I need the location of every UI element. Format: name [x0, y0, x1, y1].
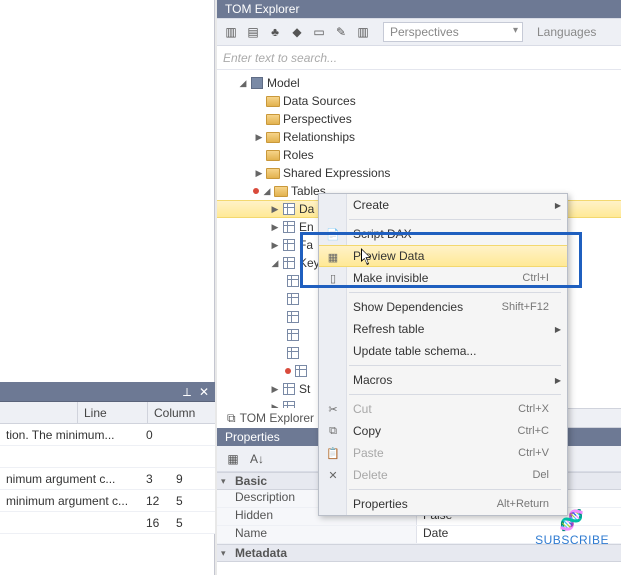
column-icon [285, 273, 301, 289]
subscribe-badge[interactable]: 🧬 SUBSCRIBE [535, 508, 609, 547]
folder-icon [265, 111, 281, 127]
menu-delete[interactable]: ✕DeleteDel [319, 464, 567, 486]
tree-node-model[interactable]: Model [217, 74, 621, 92]
cut-icon: ✂ [325, 401, 341, 417]
menu-macros[interactable]: Macros [319, 369, 567, 391]
toolbar-list-icon[interactable]: ▤ [243, 22, 263, 42]
table-icon [281, 237, 297, 253]
toolbar: ▥ ▤ ♣ ◆ ▭ ✎ ▥ Perspectives Languages [217, 18, 621, 46]
column-icon [285, 327, 301, 343]
tree-node-relationships[interactable]: Relationships [217, 128, 621, 146]
dna-icon: 🧬 [535, 508, 609, 533]
tab-tom-explorer[interactable]: ⧉TOM Explorer [217, 408, 325, 429]
column-icon [285, 309, 301, 325]
perspectives-label: Perspectives [390, 25, 459, 39]
perspectives-dropdown[interactable]: Perspectives [383, 22, 523, 42]
cube-icon [249, 75, 265, 91]
search-input[interactable] [223, 51, 615, 65]
table-row[interactable] [0, 446, 215, 468]
table-icon [281, 219, 297, 235]
toolbar-hierarchy-icon[interactable]: ♣ [265, 22, 285, 42]
tree-node-perspectives[interactable]: Perspectives [217, 110, 621, 128]
column-icon: ▯ [325, 270, 341, 286]
panel-title: TOM Explorer [217, 0, 621, 18]
script-icon: 📄 [325, 226, 341, 242]
toolbar-edit-icon[interactable]: ✎ [331, 22, 351, 42]
menu-script-dax[interactable]: 📄Script DAX [319, 223, 567, 245]
table-row[interactable]: minimum argument c...125 [0, 490, 215, 512]
status-dot-icon [253, 188, 259, 194]
column-icon [285, 345, 301, 361]
tree-node-datasources[interactable]: Data Sources [217, 92, 621, 110]
folder-icon [265, 165, 281, 181]
toolbar-box-icon[interactable]: ◆ [287, 22, 307, 42]
menu-properties[interactable]: PropertiesAlt+Return [319, 493, 567, 515]
paste-icon: 📋 [325, 445, 341, 461]
menu-make-invisible[interactable]: ▯Make invisibleCtrl+I [319, 267, 567, 289]
menu-refresh-table[interactable]: Refresh table [319, 318, 567, 340]
table-row[interactable]: 165 [0, 512, 215, 534]
alphabetical-icon[interactable]: A↓ [247, 449, 267, 469]
context-menu: Create 📄Script DAX ▦Preview Data ▯Make i… [318, 193, 568, 516]
left-panel: ⟂ ✕ Line Column tion. The minimum...0 ni… [0, 0, 215, 575]
table-row[interactable]: tion. The minimum...0 [0, 424, 215, 446]
table-icon [281, 255, 297, 271]
menu-copy[interactable]: ⧉CopyCtrl+C [319, 420, 567, 442]
status-dot-icon [285, 368, 291, 374]
col-column[interactable]: Column [148, 402, 215, 423]
hierarchy-icon: ⧉ [227, 411, 236, 426]
menu-cut[interactable]: ✂CutCtrl+X [319, 398, 567, 420]
folder-icon [265, 147, 281, 163]
folder-icon [265, 93, 281, 109]
folder-icon [265, 129, 281, 145]
table-icon [281, 381, 297, 397]
table-row[interactable]: nimum argument c...39 [0, 468, 215, 490]
toolbar-folder-icon[interactable]: ▭ [309, 22, 329, 42]
left-grid-header: Line Column [0, 402, 215, 424]
column-icon [285, 291, 301, 307]
tree-node-roles[interactable]: Roles [217, 146, 621, 164]
left-panel-header: ⟂ ✕ [0, 382, 215, 402]
menu-paste[interactable]: 📋PasteCtrl+V [319, 442, 567, 464]
table-icon [281, 201, 297, 217]
copy-icon: ⧉ [325, 423, 341, 439]
toolbar-db-icon[interactable]: ▥ [221, 22, 241, 42]
menu-create[interactable]: Create [319, 194, 567, 216]
pin-icon[interactable]: ⟂ [183, 385, 191, 400]
categorized-icon[interactable]: ▦ [223, 449, 243, 469]
languages-dropdown[interactable]: Languages [531, 23, 602, 41]
close-icon[interactable]: ✕ [199, 385, 209, 399]
left-grid-rows: tion. The minimum...0 nimum argument c..… [0, 424, 215, 534]
grid-icon: ▦ [325, 249, 341, 265]
col-line[interactable]: Line [78, 402, 148, 423]
search-row [217, 46, 621, 70]
delete-icon: ✕ [325, 467, 341, 483]
menu-update-schema[interactable]: Update table schema... [319, 340, 567, 362]
column-icon [293, 363, 309, 379]
toolbar-columns-icon[interactable]: ▥ [353, 22, 373, 42]
tree-node-shared-expressions[interactable]: Shared Expressions [217, 164, 621, 182]
menu-preview-data[interactable]: ▦Preview Data [319, 245, 567, 267]
folder-icon [273, 183, 289, 199]
menu-show-dependencies[interactable]: Show DependenciesShift+F12 [319, 296, 567, 318]
